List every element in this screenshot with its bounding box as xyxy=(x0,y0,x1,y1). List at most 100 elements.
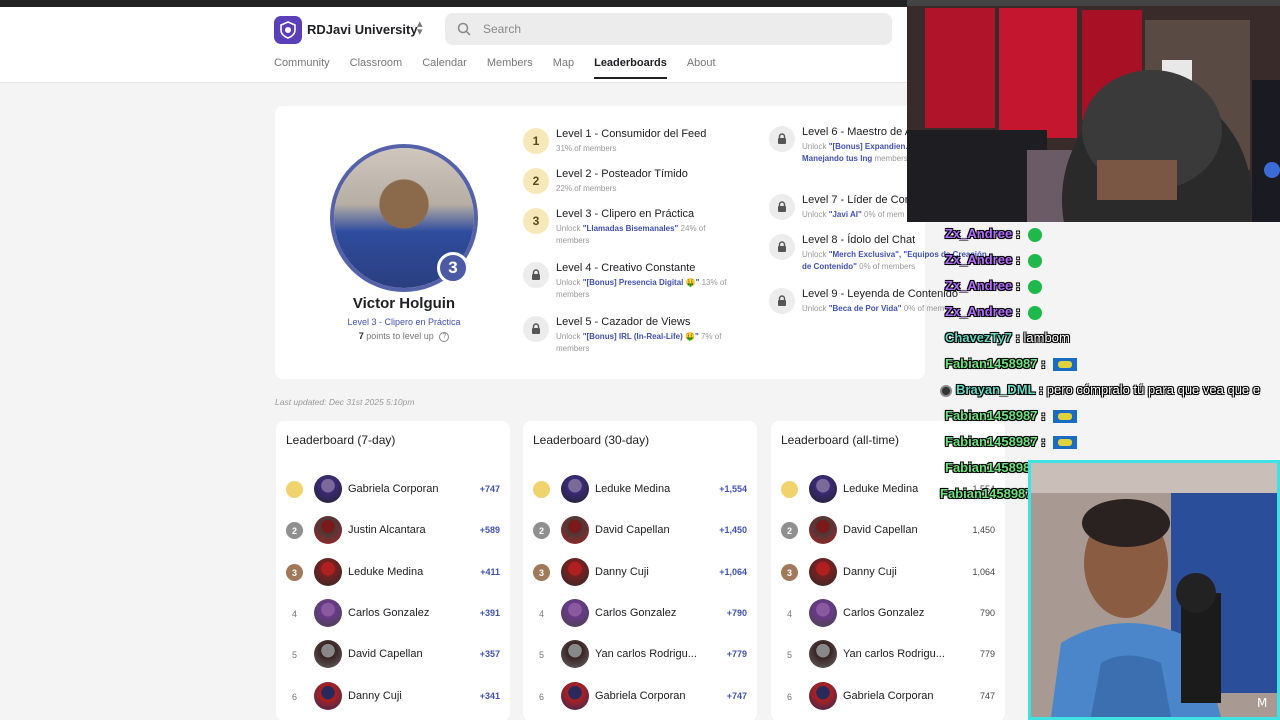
leaderboard-row[interactable]: 5 Yan carlos Rodrigu... +779 xyxy=(523,638,757,674)
avatar[interactable] xyxy=(809,475,837,503)
avatar[interactable] xyxy=(809,599,837,627)
avatar[interactable] xyxy=(809,558,837,586)
tab-map[interactable]: Map xyxy=(553,57,574,79)
member-name[interactable]: Danny Cuji xyxy=(348,690,468,702)
avatar[interactable] xyxy=(561,640,589,668)
member-name[interactable]: Gabriela Corporan xyxy=(595,690,715,702)
leaderboard-row[interactable]: 5 Yan carlos Rodrigu... 779 xyxy=(771,638,1005,674)
avatar[interactable] xyxy=(561,516,589,544)
leaderboard-row[interactable]: 3 Danny Cuji 1,064 xyxy=(771,556,1005,592)
tab-leaderboards[interactable]: Leaderboards xyxy=(594,57,667,79)
unlock-item[interactable]: "Javi AI" xyxy=(829,210,862,219)
avatar[interactable] xyxy=(809,516,837,544)
member-name[interactable]: Leduke Medina xyxy=(348,566,468,578)
tab-classroom[interactable]: Classroom xyxy=(350,57,403,79)
shield-logo-icon xyxy=(280,21,296,39)
rank-medal-icon: 1 xyxy=(781,481,798,498)
member-points: +779 xyxy=(726,649,747,659)
points-value: 7 xyxy=(358,331,364,341)
member-name[interactable]: Danny Cuji xyxy=(843,566,963,578)
level-members-percent: members xyxy=(872,154,908,163)
rank-medal-icon: 1 xyxy=(533,481,550,498)
member-name[interactable]: David Capellan xyxy=(348,648,468,660)
member-name[interactable]: Carlos Gonzalez xyxy=(348,607,468,619)
leaderboard-row[interactable]: 4 Carlos Gonzalez +790 xyxy=(523,597,757,633)
leaderboard-row[interactable]: 2 David Capellan 1,450 xyxy=(771,514,1005,550)
avatar[interactable] xyxy=(809,682,837,710)
chat-message: Fabian1458987 : xyxy=(945,434,1078,456)
member-name[interactable]: David Capellan xyxy=(843,524,963,536)
avatar[interactable] xyxy=(314,640,342,668)
chat-message: Zx_Andree : xyxy=(945,226,1042,248)
streamer-webcam-bottom: M xyxy=(1028,460,1280,720)
unlock-item[interactable]: "Llamadas Bisemanales" xyxy=(583,224,679,233)
search-bar[interactable]: Search xyxy=(445,13,892,45)
leaderboard-row[interactable]: 3 Danny Cuji +1,064 xyxy=(523,556,757,592)
avatar[interactable] xyxy=(561,475,589,503)
rank-number: 5 xyxy=(291,649,297,660)
rank-number: 4 xyxy=(786,608,792,619)
leaderboard-row[interactable]: 1 Gabriela Corporan +747 xyxy=(276,473,510,509)
tab-calendar[interactable]: Calendar xyxy=(422,57,467,79)
leaderboard-row[interactable]: 4 Carlos Gonzalez +391 xyxy=(276,597,510,633)
member-name[interactable]: Yan carlos Rodrigu... xyxy=(595,648,715,660)
unlock-item[interactable]: "[Bonus] IRL (In-Real-Life) 🤑" xyxy=(583,332,699,341)
avatar[interactable] xyxy=(561,682,589,710)
avatar[interactable] xyxy=(314,558,342,586)
leaderboard-row[interactable]: 2 David Capellan +1,450 xyxy=(523,514,757,550)
rank-medal-icon: 2 xyxy=(533,522,550,539)
leaderboard-row[interactable]: 6 Danny Cuji +341 xyxy=(276,680,510,716)
community-switcher-icon[interactable]: ▴ ▾ xyxy=(417,19,423,38)
leaderboard-card: Leaderboard (30-day) 1 Leduke Medina +1,554… xyxy=(523,421,757,720)
community-name[interactable]: RDJavi University xyxy=(307,22,418,37)
unlock-item[interactable]: "Beca de Por Vida" xyxy=(829,304,902,313)
member-name[interactable]: Justin Alcantara xyxy=(348,524,468,536)
tab-community[interactable]: Community xyxy=(274,57,330,79)
member-name[interactable]: Leduke Medina xyxy=(595,483,715,495)
community-logo[interactable] xyxy=(274,16,302,44)
avatar[interactable] xyxy=(561,558,589,586)
leaderboard-row[interactable]: 1 Leduke Medina +1,554 xyxy=(523,473,757,509)
points-suffix: points to level up xyxy=(366,331,434,341)
avatar[interactable] xyxy=(314,599,342,627)
last-updated: Last updated: Dec 31st 2025 5:10pm xyxy=(275,397,415,407)
member-points: 779 xyxy=(979,649,995,659)
help-icon[interactable]: ? xyxy=(439,331,450,342)
search-input[interactable]: Search xyxy=(483,22,521,36)
leaderboard-row[interactable]: 3 Leduke Medina +411 xyxy=(276,556,510,592)
member-name[interactable]: David Capellan xyxy=(595,524,715,536)
unlock-item[interactable]: "[Bonus] Presencia Digital 🤑" xyxy=(583,278,700,287)
leaderboard-row[interactable]: 4 Carlos Gonzalez 790 xyxy=(771,597,1005,633)
lock-icon xyxy=(769,194,795,220)
chat-username: Zx_Andree xyxy=(945,226,1013,241)
leaderboard-row[interactable]: 6 Gabriela Corporan 747 xyxy=(771,680,1005,716)
member-name[interactable]: Gabriela Corporan xyxy=(348,483,468,495)
avatar[interactable] xyxy=(314,682,342,710)
leaderboard-title: Leaderboard (all-time) xyxy=(781,433,900,447)
leaderboard-row[interactable]: 2 Justin Alcantara +589 xyxy=(276,514,510,550)
level-number-badge: 3 xyxy=(523,208,549,234)
tab-about[interactable]: About xyxy=(687,57,716,79)
avatar[interactable] xyxy=(314,475,342,503)
member-name[interactable]: Gabriela Corporan xyxy=(843,690,963,702)
profile-level-label: Level 3 - Clipero en Práctica xyxy=(347,317,461,327)
level-description: Unlock "[Bonus] IRL (In-Real-Life) 🤑" 7%… xyxy=(556,331,741,355)
tab-members[interactable]: Members xyxy=(487,57,533,79)
avatar[interactable] xyxy=(314,516,342,544)
leaderboard-row[interactable]: 5 David Capellan +357 xyxy=(276,638,510,674)
rank-medal-icon: 3 xyxy=(286,564,303,581)
lock-icon xyxy=(523,262,549,288)
rank-medal-icon: 2 xyxy=(286,522,303,539)
member-name[interactable]: Danny Cuji xyxy=(595,566,715,578)
member-name[interactable]: Carlos Gonzalez xyxy=(595,607,715,619)
avatar[interactable] xyxy=(561,599,589,627)
leaderboard-row[interactable]: 6 Gabriela Corporan +747 xyxy=(523,680,757,716)
member-name[interactable]: Carlos Gonzalez xyxy=(843,607,963,619)
chat-separator: : xyxy=(1012,226,1024,241)
avatar[interactable] xyxy=(809,640,837,668)
member-points: +589 xyxy=(479,525,500,535)
member-name[interactable]: Yan carlos Rodrigu... xyxy=(843,648,963,660)
levels-card: 3 Victor Holguin Level 3 - Clipero en Pr… xyxy=(275,106,987,379)
webcam-person-image: M xyxy=(1031,463,1277,717)
leaderboard-title: Leaderboard (7-day) xyxy=(286,433,396,447)
